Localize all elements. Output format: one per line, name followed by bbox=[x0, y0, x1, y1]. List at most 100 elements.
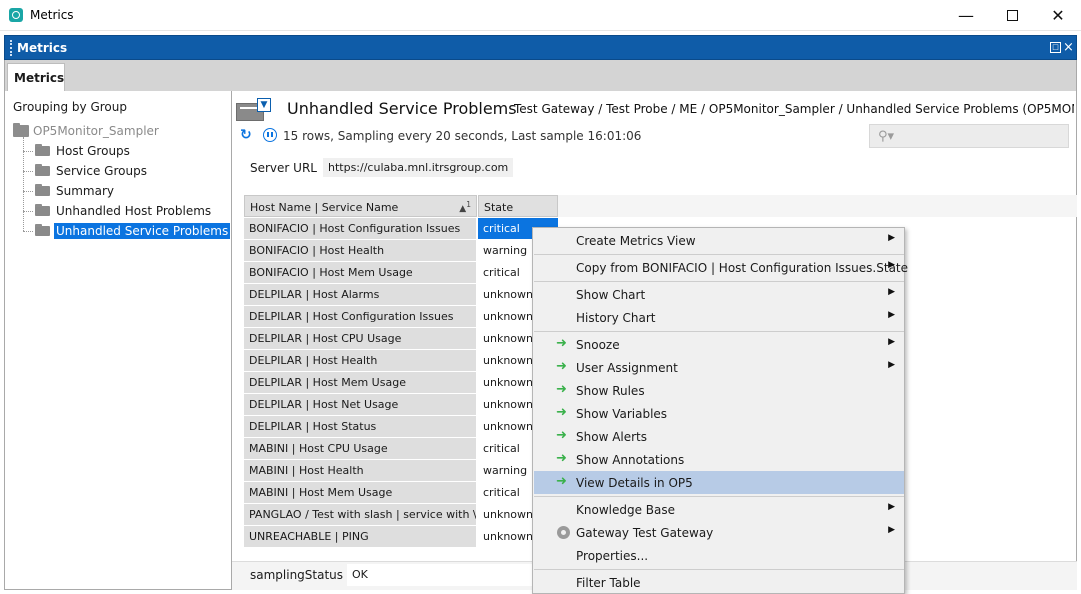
cell-host-service[interactable]: DELPILAR | Host Health bbox=[244, 350, 476, 371]
tree-root-label: OP5Monitor_Sampler bbox=[33, 124, 159, 138]
tree-root[interactable]: OP5Monitor_Sampler bbox=[13, 123, 159, 138]
table-row[interactable]: MABINI | Host Mem Usage critical bbox=[244, 482, 558, 504]
menu-item-snooze[interactable]: ➜ Snooze ▶ bbox=[534, 333, 904, 356]
table-row[interactable]: UNREACHABLE | PING unknown bbox=[244, 526, 558, 548]
cell-host-service[interactable]: PANGLAO / Test with slash | service with… bbox=[244, 504, 476, 525]
menu-separator bbox=[534, 569, 904, 570]
menu-item-history-chart[interactable]: History Chart ▶ bbox=[534, 306, 904, 329]
tree-item-host-groups[interactable]: Host Groups bbox=[23, 142, 132, 160]
tree-item-summary[interactable]: Summary bbox=[23, 182, 116, 200]
tree-item-unhandled-service-problems[interactable]: Unhandled Service Problems bbox=[23, 222, 231, 240]
tree-item-label: Summary bbox=[56, 184, 114, 198]
table-row[interactable]: DELPILAR | Host Configuration Issues unk… bbox=[244, 306, 558, 328]
menu-separator bbox=[534, 281, 904, 282]
menu-item-show-rules[interactable]: ➜ Show Rules bbox=[534, 379, 904, 402]
menu-item-show-annotations[interactable]: ➜ Show Annotations bbox=[534, 448, 904, 471]
submenu-arrow-icon: ▶ bbox=[888, 260, 895, 270]
folder-icon bbox=[35, 164, 50, 176]
arrow-right-icon: ➜ bbox=[556, 382, 567, 397]
cell-host-service[interactable]: BONIFACIO | Host Health bbox=[244, 240, 476, 261]
menu-item-user-assignment[interactable]: ➜ User Assignment ▶ bbox=[534, 356, 904, 379]
folder-icon bbox=[13, 123, 29, 137]
column-header-host-service[interactable]: Host Name | Service Name ▲1 bbox=[244, 195, 477, 217]
dataview-title: Unhandled Service Problems bbox=[287, 99, 517, 118]
tree-item-label: Service Groups bbox=[56, 164, 147, 178]
tree-header: Grouping by Group bbox=[13, 100, 127, 114]
arrow-right-icon: ➜ bbox=[556, 336, 567, 351]
arrow-right-icon: ➜ bbox=[556, 405, 567, 420]
menu-item-copy-from[interactable]: Copy from BONIFACIO | Host Configuration… bbox=[534, 256, 908, 279]
cell-host-service[interactable]: MABINI | Host Health bbox=[244, 460, 476, 481]
tree-item-label: Unhandled Service Problems bbox=[54, 223, 231, 239]
cell-host-service[interactable]: MABINI | Host CPU Usage bbox=[244, 438, 476, 459]
window-title: Metrics bbox=[30, 8, 74, 22]
menu-item-create-metrics-view[interactable]: Create Metrics View ▶ bbox=[534, 229, 904, 252]
submenu-arrow-icon: ▶ bbox=[888, 310, 895, 320]
cell-host-service[interactable]: BONIFACIO | Host Configuration Issues bbox=[244, 218, 476, 239]
drag-grip-icon[interactable] bbox=[10, 40, 12, 56]
search-input[interactable]: ⚲▾ bbox=[869, 124, 1069, 148]
menu-item-show-chart[interactable]: Show Chart ▶ bbox=[534, 283, 904, 306]
arrow-right-icon: ➜ bbox=[556, 359, 567, 374]
folder-icon bbox=[35, 184, 50, 196]
minimize-button[interactable]: — bbox=[943, 0, 989, 31]
gear-icon bbox=[557, 526, 570, 539]
tree-item-label: Host Groups bbox=[56, 144, 130, 158]
headline-label: samplingStatus bbox=[250, 568, 344, 582]
menu-separator bbox=[534, 496, 904, 497]
table-row[interactable]: BONIFACIO | Host Configuration Issues cr… bbox=[244, 218, 558, 240]
table-row[interactable]: DELPILAR | Host Alarms unknown bbox=[244, 284, 558, 306]
menu-item-gateway[interactable]: Gateway Test Gateway ▶ bbox=[534, 521, 904, 544]
menu-item-view-details-in-op5[interactable]: ➜ View Details in OP5 bbox=[534, 471, 904, 494]
close-view-icon[interactable]: × bbox=[1063, 41, 1074, 54]
filter-icon[interactable]: ▼ bbox=[257, 98, 271, 112]
menu-item-show-alerts[interactable]: ➜ Show Alerts bbox=[534, 425, 904, 448]
cell-host-service[interactable]: DELPILAR | Host Alarms bbox=[244, 284, 476, 305]
menu-item-filter-table[interactable]: Filter Table bbox=[534, 571, 904, 594]
menu-item-knowledge-base[interactable]: Knowledge Base ▶ bbox=[534, 498, 904, 521]
folder-icon bbox=[35, 224, 50, 236]
pause-icon[interactable] bbox=[263, 128, 277, 142]
menu-item-properties[interactable]: Properties... bbox=[534, 544, 904, 567]
refresh-icon[interactable]: ↻ bbox=[240, 128, 254, 142]
column-header-state[interactable]: State bbox=[478, 195, 558, 217]
submenu-arrow-icon: ▶ bbox=[888, 360, 895, 370]
maximize-button[interactable] bbox=[989, 0, 1035, 31]
search-icon: ⚲▾ bbox=[878, 129, 895, 144]
close-button[interactable]: ✕ bbox=[1035, 0, 1081, 31]
tree-item-service-groups[interactable]: Service Groups bbox=[23, 162, 149, 180]
sampling-status-text: 15 rows, Sampling every 20 seconds, Last… bbox=[283, 129, 642, 143]
cell-host-service[interactable]: DELPILAR | Host Mem Usage bbox=[244, 372, 476, 393]
submenu-arrow-icon: ▶ bbox=[888, 525, 895, 535]
tab-metrics[interactable]: Metrics bbox=[7, 63, 65, 91]
table-row[interactable]: BONIFACIO | Host Mem Usage critical bbox=[244, 262, 558, 284]
table-row[interactable]: DELPILAR | Host CPU Usage unknown bbox=[244, 328, 558, 350]
arrow-right-icon: ➜ bbox=[556, 474, 567, 489]
tree-item-label: Unhandled Host Problems bbox=[56, 204, 212, 218]
submenu-arrow-icon: ▶ bbox=[888, 233, 895, 243]
table-row[interactable]: BONIFACIO | Host Health warning bbox=[244, 240, 558, 262]
submenu-arrow-icon: ▶ bbox=[888, 502, 895, 512]
window-titlebar: Metrics — ✕ bbox=[0, 0, 1081, 31]
restore-view-icon[interactable]: □ bbox=[1050, 42, 1061, 53]
menu-item-show-variables[interactable]: ➜ Show Variables bbox=[534, 402, 904, 425]
table-row[interactable]: MABINI | Host Health warning bbox=[244, 460, 558, 482]
tab-strip: Metrics bbox=[4, 60, 1077, 91]
table-row[interactable]: DELPILAR | Host Status unknown bbox=[244, 416, 558, 438]
cell-host-service[interactable]: MABINI | Host Mem Usage bbox=[244, 482, 476, 503]
cell-host-service[interactable]: DELPILAR | Host Net Usage bbox=[244, 394, 476, 415]
tree-item-unhandled-host-problems[interactable]: Unhandled Host Problems bbox=[23, 202, 213, 220]
cell-host-service[interactable]: BONIFACIO | Host Mem Usage bbox=[244, 262, 476, 283]
cell-host-service[interactable]: DELPILAR | Host Status bbox=[244, 416, 476, 437]
cell-host-service[interactable]: DELPILAR | Host Configuration Issues bbox=[244, 306, 476, 327]
submenu-arrow-icon: ▶ bbox=[888, 337, 895, 347]
cell-host-service[interactable]: UNREACHABLE | PING bbox=[244, 526, 476, 547]
cell-host-service[interactable]: DELPILAR | Host CPU Usage bbox=[244, 328, 476, 349]
table-row[interactable]: MABINI | Host CPU Usage critical bbox=[244, 438, 558, 460]
table-row[interactable]: DELPILAR | Host Mem Usage unknown bbox=[244, 372, 558, 394]
app-icon bbox=[9, 8, 23, 22]
table-row[interactable]: PANGLAO / Test with slash | service with… bbox=[244, 504, 558, 526]
table-row[interactable]: DELPILAR | Host Net Usage unknown bbox=[244, 394, 558, 416]
table-row[interactable]: DELPILAR | Host Health unknown bbox=[244, 350, 558, 372]
menu-separator bbox=[534, 254, 904, 255]
